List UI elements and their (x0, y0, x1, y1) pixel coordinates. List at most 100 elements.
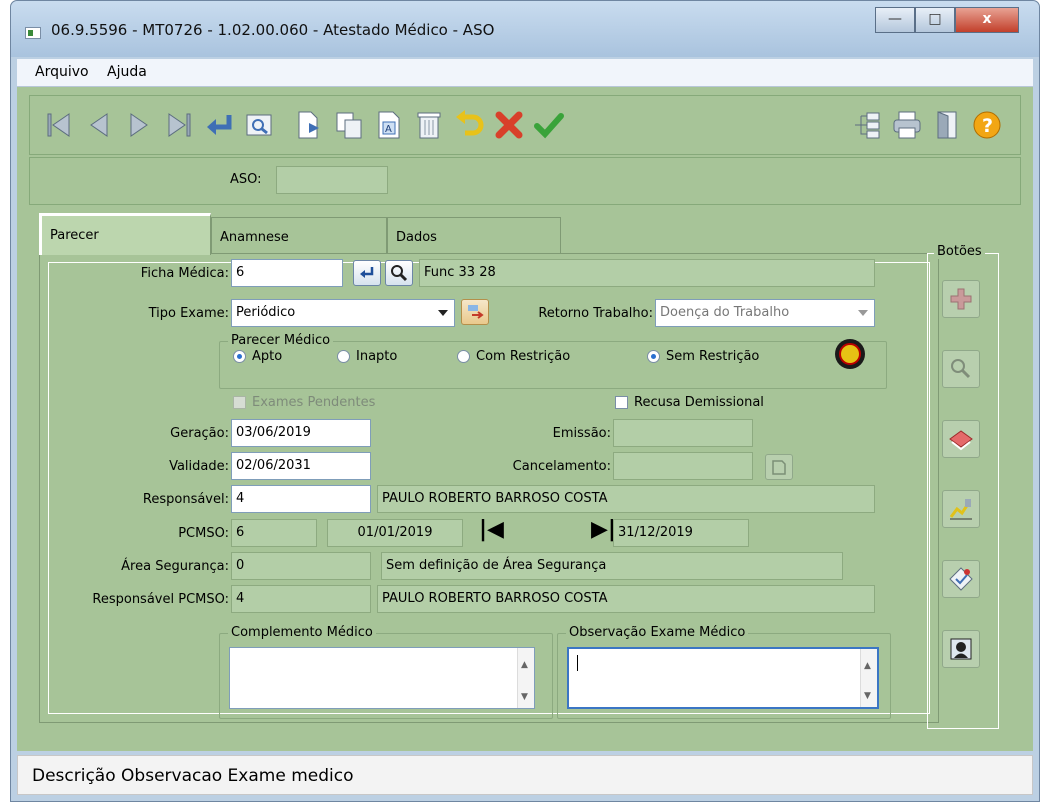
menu-ajuda[interactable]: Ajuda (107, 64, 147, 80)
tab-anamnese[interactable]: Anamnese (211, 217, 387, 255)
exames-pendentes-label: Exames Pendentes (252, 395, 376, 410)
radio-dot (233, 350, 246, 363)
enter-icon[interactable] (353, 260, 381, 286)
cancel-icon[interactable] (492, 108, 526, 142)
scroll-down-icon[interactable]: ▼ (864, 691, 871, 701)
radio-sem-restricao[interactable]: Sem Restrição (647, 349, 759, 364)
book-icon[interactable] (942, 420, 980, 458)
toolbar: A ? (29, 95, 1021, 155)
radio-com-restricao-label: Com Restrição (476, 349, 571, 364)
checkbox-box (233, 396, 246, 409)
status-bar: Descrição Observacao Exame medico (17, 755, 1033, 795)
responsavel-pcmso-label: Responsável PCMSO: (92, 592, 229, 607)
edit-tipo-exame-button[interactable] (461, 299, 489, 325)
copy-icon[interactable] (332, 108, 366, 142)
stop-icon[interactable] (835, 339, 865, 369)
radio-inapto[interactable]: Inapto (337, 349, 397, 364)
app-window: 06.9.5596 - MT0726 - 1.02.00.060 - Atest… (10, 0, 1040, 802)
menu-bar: Arquivo Ajuda (17, 59, 1033, 87)
print-icon[interactable] (890, 108, 924, 142)
radio-apto[interactable]: Apto (233, 349, 282, 364)
new-document-icon[interactable] (292, 108, 326, 142)
cancel-document-icon[interactable] (765, 454, 793, 480)
radio-dot (647, 350, 660, 363)
tab-parecer[interactable]: Parecer (39, 213, 211, 255)
confirm-icon[interactable] (532, 108, 566, 142)
exames-pendentes-checkbox[interactable]: Exames Pendentes (233, 395, 375, 410)
area-seguranca-label: Área Segurança: (121, 559, 229, 574)
tree-icon[interactable] (850, 108, 884, 142)
retorno-trabalho-label: Retorno Trabalho: (538, 306, 653, 321)
undo-icon[interactable] (452, 108, 486, 142)
responsavel-name: PAULO ROBERTO BARROSO COSTA (377, 485, 875, 513)
preview-icon[interactable] (242, 108, 276, 142)
pcmso-end-date: 31/12/2019 (613, 519, 749, 547)
previous-record-icon[interactable] (82, 108, 116, 142)
search-icon[interactable] (385, 260, 413, 286)
pcmso-input[interactable]: 6 (231, 519, 317, 547)
retorno-trabalho-select[interactable]: Doença do Trabalho (655, 299, 875, 327)
geracao-input[interactable]: 03/06/2019 (231, 419, 371, 447)
ficha-medica-description: Func 33 28 (419, 259, 875, 287)
radio-dot (457, 350, 470, 363)
ficha-medica-input[interactable]: 6 (231, 259, 343, 287)
checkbox-box (615, 396, 628, 409)
observacao-exame-textarea[interactable]: ▲ ▼ (567, 647, 879, 709)
close-button[interactable]: x (955, 7, 1019, 33)
exit-door-icon[interactable] (930, 108, 964, 142)
radio-dot (337, 350, 350, 363)
responsavel-pcmso-name: PAULO ROBERTO BARROSO COSTA (377, 585, 875, 613)
last-record-icon[interactable] (162, 108, 196, 142)
emissao-input[interactable] (613, 419, 753, 447)
emissao-label: Emissão: (552, 426, 611, 441)
delete-icon[interactable] (412, 108, 446, 142)
text-cursor (577, 655, 578, 671)
recusa-demissional-checkbox[interactable]: Recusa Demissional (615, 395, 764, 410)
client-area: A ? ASO: Parecer Anamnese Dados Ficha Mé… (17, 87, 1033, 751)
responsavel-label: Responsável: (142, 492, 229, 507)
complemento-medico-textarea[interactable]: ▲ ▼ (229, 647, 535, 709)
menu-arquivo[interactable]: Arquivo (35, 64, 89, 80)
pcmso-label: PCMSO: (178, 526, 229, 541)
chevron-down-icon (438, 310, 448, 316)
first-record-icon[interactable] (42, 108, 76, 142)
svg-text:?: ? (982, 115, 993, 137)
next-record-icon[interactable] (122, 108, 156, 142)
maximize-button[interactable]: □ (915, 7, 955, 33)
tab-dados[interactable]: Dados (387, 217, 561, 255)
minimize-button[interactable]: — (875, 7, 915, 33)
chevron-down-icon (858, 310, 868, 316)
search-person-icon[interactable] (942, 350, 980, 388)
help-icon[interactable]: ? (970, 108, 1004, 142)
scroll-up-icon[interactable]: ▲ (521, 660, 528, 670)
aso-field[interactable] (276, 166, 388, 194)
window-title: 06.9.5596 - MT0726 - 1.02.00.060 - Atest… (51, 21, 495, 39)
retorno-trabalho-value: Doença do Trabalho (660, 305, 790, 320)
cancelamento-input[interactable] (613, 452, 753, 480)
app-icon (25, 27, 41, 39)
checklist-icon[interactable] (942, 560, 980, 598)
add-icon[interactable] (942, 280, 980, 318)
scrollbar[interactable]: ▲ ▼ (517, 648, 534, 708)
responsavel-input[interactable]: 4 (231, 485, 371, 513)
radio-sem-restricao-label: Sem Restrição (666, 349, 760, 364)
area-seguranca-input[interactable]: 0 (231, 552, 371, 580)
validade-input[interactable]: 02/06/2031 (231, 452, 371, 480)
edit-document-icon[interactable]: A (372, 108, 406, 142)
radio-apto-label: Apto (252, 349, 283, 364)
pcmso-start-date: 01/01/2019 (327, 519, 463, 547)
tipo-exame-select[interactable]: Periódico (231, 299, 455, 327)
responsavel-pcmso-input[interactable]: 4 (231, 585, 371, 613)
radio-com-restricao[interactable]: Com Restrição (457, 349, 570, 364)
recusa-demissional-label: Recusa Demissional (634, 395, 764, 410)
scroll-down-icon[interactable]: ▼ (521, 692, 528, 702)
title-bar: 06.9.5596 - MT0726 - 1.02.00.060 - Atest… (11, 1, 1039, 57)
aso-panel: ASO: (29, 157, 1021, 205)
scroll-up-icon[interactable]: ▲ (864, 661, 871, 671)
doctor-icon[interactable] (942, 630, 980, 668)
scrollbar[interactable]: ▲ ▼ (860, 649, 877, 707)
first-period-icon[interactable]: |◀ (479, 517, 504, 542)
enter-icon[interactable] (202, 108, 236, 142)
chart-icon[interactable] (942, 490, 980, 528)
complemento-medico-title: Complemento Médico (228, 625, 376, 640)
